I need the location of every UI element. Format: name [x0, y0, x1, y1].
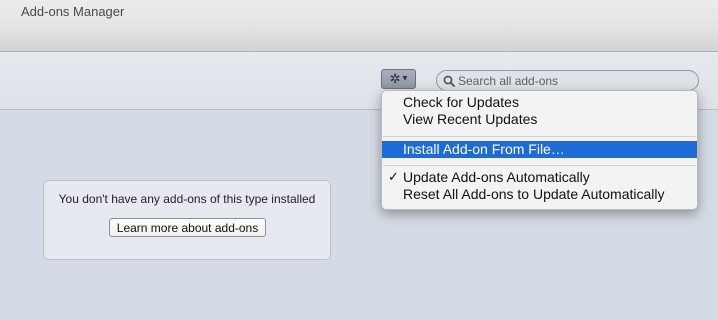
empty-state-message: You don't have any add-ons of this type … — [58, 192, 316, 206]
menu-item-check-for-updates[interactable]: Check for Updates — [382, 94, 697, 111]
checkmark-icon: ✓ — [388, 170, 399, 185]
search-field[interactable] — [436, 70, 699, 91]
chevron-down-icon: ▼ — [402, 75, 408, 82]
tools-dropdown-menu: Check for Updates View Recent Updates In… — [381, 90, 698, 210]
empty-state-panel: You don't have any add-ons of this type … — [43, 180, 331, 260]
menu-item-label: View Recent Updates — [403, 111, 538, 127]
menu-item-label: Reset All Add-ons to Update Automaticall… — [403, 186, 665, 202]
menu-separator — [383, 136, 696, 137]
gear-icon: ✲ — [389, 71, 401, 87]
menu-item-label: Update Add-ons Automatically — [403, 169, 590, 185]
menu-item-install-from-file[interactable]: Install Add-on From File… — [382, 141, 697, 158]
window-title: Add-ons Manager — [21, 4, 125, 19]
title-bar: Add-ons Manager — [0, 0, 718, 52]
search-icon — [442, 74, 456, 88]
menu-separator — [383, 165, 696, 166]
learn-more-button[interactable]: Learn more about add-ons — [109, 218, 266, 237]
menu-item-update-automatically[interactable]: ✓ Update Add-ons Automatically — [382, 169, 697, 186]
menu-item-label: Check for Updates — [403, 94, 519, 110]
menu-item-label: Install Add-on From File… — [403, 141, 565, 157]
search-input[interactable] — [456, 73, 688, 88]
menu-item-reset-update-automatically[interactable]: Reset All Add-ons to Update Automaticall… — [382, 186, 697, 203]
menu-item-view-recent-updates[interactable]: View Recent Updates — [382, 111, 697, 128]
tools-menu-button[interactable]: ✲ ▼ — [381, 69, 416, 89]
